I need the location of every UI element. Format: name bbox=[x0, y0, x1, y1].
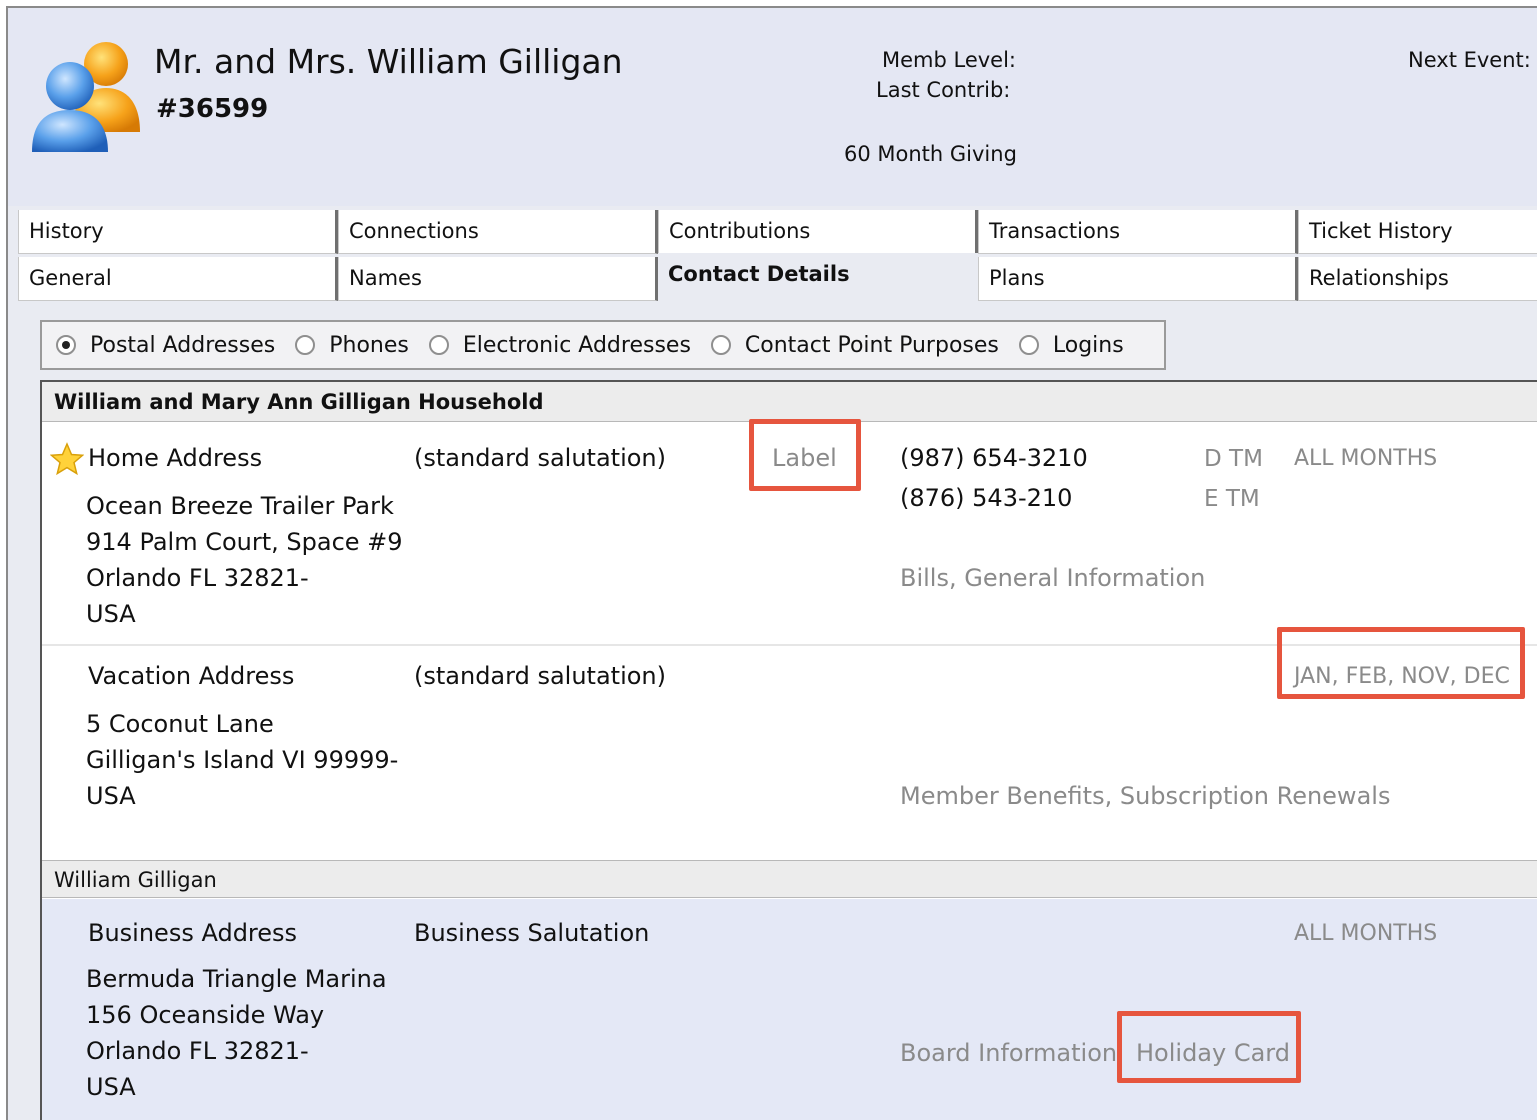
phone-code: D TM bbox=[1204, 446, 1263, 472]
highlight-label bbox=[749, 419, 861, 491]
radio-logins[interactable]: Logins bbox=[1018, 332, 1124, 358]
address-lines: Bermuda Triangle Marina 156 Oceanside Wa… bbox=[86, 961, 387, 1105]
address-lines: 5 Coconut Lane Gilligan's Island VI 9999… bbox=[86, 706, 398, 814]
radio-label: Logins bbox=[1052, 332, 1124, 358]
group-header-household: William and Mary Ann Gilligan Household bbox=[42, 382, 1537, 422]
tab-names[interactable]: Names bbox=[338, 257, 658, 301]
radio-button[interactable] bbox=[428, 335, 449, 355]
next-event-label: Next Event: bbox=[1408, 48, 1531, 72]
customer-avatar-icon bbox=[32, 42, 140, 152]
tab-transactions[interactable]: Transactions bbox=[978, 210, 1298, 254]
radio-label: Contact Point Purposes bbox=[744, 332, 999, 358]
months-active: ALL MONTHS bbox=[1294, 446, 1438, 471]
tab-contributions[interactable]: Contributions bbox=[658, 210, 978, 254]
radio-label: Electronic Addresses bbox=[462, 332, 691, 358]
radio-postal-addresses[interactable]: Postal Addresses bbox=[56, 333, 275, 358]
contact-view-selector: Postal Addresses Phones Electronic Addre… bbox=[40, 320, 1166, 370]
primary-star-icon bbox=[50, 442, 84, 476]
tab-ticket-history[interactable]: Ticket History bbox=[1298, 210, 1537, 254]
salutation: (standard salutation) bbox=[414, 662, 666, 690]
address-row-business[interactable]: Business Address Business Salutation Ber… bbox=[42, 899, 1537, 1120]
memb-level-label: Memb Level: bbox=[882, 48, 1017, 72]
phone-number: (876) 543-210 bbox=[900, 484, 1073, 512]
radio-phones[interactable]: Phones bbox=[295, 333, 409, 358]
address-line: Orlando FL 32821- bbox=[86, 564, 309, 592]
giving-label: 60 Month Giving bbox=[844, 142, 1017, 166]
purposes: Member Benefits, Subscription Renewals bbox=[900, 782, 1391, 810]
address-line: Ocean Breeze Trailer Park bbox=[86, 492, 394, 520]
customer-window: Mr. and Mrs. William Gilligan #36599 Mem… bbox=[6, 6, 1537, 1120]
radio-button-checked[interactable] bbox=[56, 335, 76, 355]
address-type: Vacation Address bbox=[88, 662, 295, 690]
tab-history[interactable]: History bbox=[18, 210, 338, 254]
phone-code: E TM bbox=[1204, 486, 1260, 512]
address-line: 156 Oceanside Way bbox=[86, 1001, 325, 1029]
customer-name: Mr. and Mrs. William Gilligan bbox=[154, 42, 623, 81]
address-lines: Ocean Breeze Trailer Park 914 Palm Court… bbox=[86, 488, 403, 632]
customer-id: #36599 bbox=[156, 94, 269, 124]
address-line: USA bbox=[86, 1073, 136, 1101]
salutation: Business Salutation bbox=[414, 919, 650, 947]
radio-electronic-addresses[interactable]: Electronic Addresses bbox=[428, 332, 691, 358]
radio-button[interactable] bbox=[295, 335, 316, 355]
address-type: Home Address bbox=[88, 444, 263, 472]
purposes: Board Information bbox=[900, 1039, 1118, 1067]
radio-button[interactable] bbox=[1018, 335, 1039, 355]
address-line: 914 Palm Court, Space #9 bbox=[86, 528, 403, 556]
last-contrib-label: Last Contrib: bbox=[876, 78, 1011, 102]
address-list: William and Mary Ann Gilligan Household … bbox=[40, 380, 1537, 1120]
purposes: Bills, General Information bbox=[900, 564, 1206, 592]
tab-plans[interactable]: Plans bbox=[978, 257, 1298, 301]
radio-label: Phones bbox=[329, 332, 409, 358]
group-header-individual: William Gilligan bbox=[42, 860, 1537, 898]
address-line: Orlando FL 32821- bbox=[86, 1037, 309, 1065]
address-line: Bermuda Triangle Marina bbox=[86, 965, 387, 993]
radio-button[interactable] bbox=[710, 335, 731, 355]
address-line: USA bbox=[86, 782, 136, 810]
tab-relationships[interactable]: Relationships bbox=[1298, 257, 1537, 301]
highlight-months bbox=[1277, 627, 1525, 699]
customer-header: Mr. and Mrs. William Gilligan #36599 Mem… bbox=[8, 8, 1537, 206]
tab-connections[interactable]: Connections bbox=[338, 210, 658, 254]
address-line: Gilligan's Island VI 99999- bbox=[86, 746, 399, 774]
radio-label: Postal Addresses bbox=[90, 332, 276, 358]
address-type: Business Address bbox=[88, 919, 298, 947]
address-line: 5 Coconut Lane bbox=[86, 710, 274, 738]
salutation: (standard salutation) bbox=[414, 444, 666, 472]
tab-contact-details[interactable]: Contact Details bbox=[658, 253, 978, 297]
phone-number: (987) 654-3210 bbox=[900, 444, 1088, 472]
address-line: USA bbox=[86, 600, 136, 628]
highlight-holiday-card bbox=[1117, 1011, 1301, 1083]
tab-general[interactable]: General bbox=[18, 257, 338, 301]
months-active: ALL MONTHS bbox=[1294, 921, 1438, 946]
radio-contact-point-purposes[interactable]: Contact Point Purposes bbox=[710, 332, 999, 358]
